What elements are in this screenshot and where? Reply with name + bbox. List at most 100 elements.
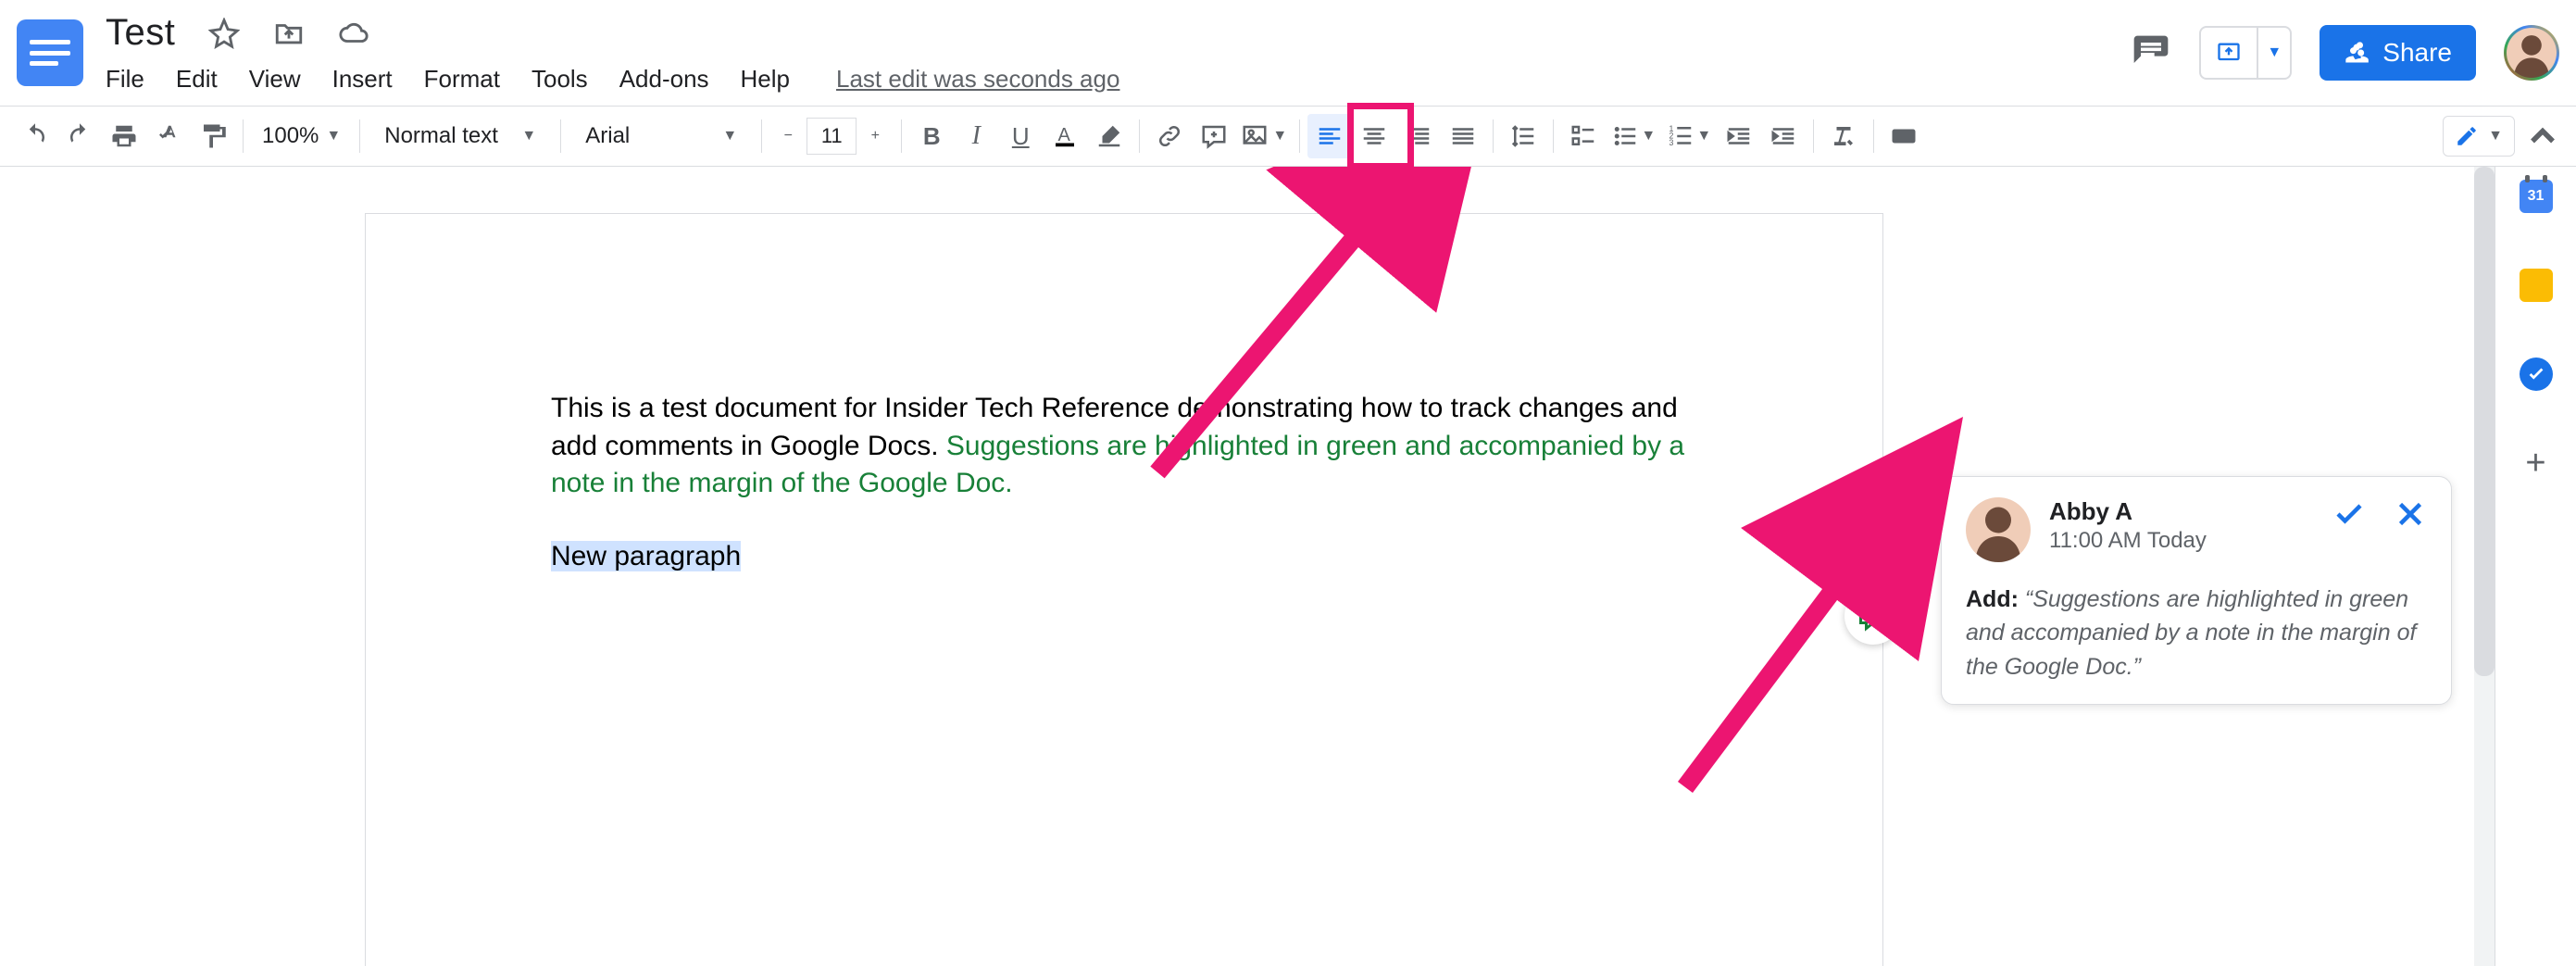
accept-suggestion-button[interactable]	[2332, 497, 2366, 531]
underline-button[interactable]: U	[998, 114, 1043, 158]
menu-edit[interactable]: Edit	[176, 65, 218, 94]
vertical-scrollbar[interactable]	[2474, 167, 2495, 966]
scrollbar-thumb[interactable]	[2474, 167, 2495, 676]
suggest-edits-floating-button[interactable]	[1844, 587, 1902, 645]
input-tools-button[interactable]	[1882, 114, 1926, 158]
highlight-color-button[interactable]	[1087, 114, 1132, 158]
docs-logo-icon[interactable]	[17, 19, 83, 86]
align-justify-button[interactable]	[1441, 114, 1485, 158]
italic-button[interactable]: I	[954, 114, 998, 158]
undo-button[interactable]	[13, 114, 57, 158]
suggestion-body: Add: “Suggestions are highlighted in gre…	[1966, 583, 2427, 684]
caret-down-icon: ▼	[2488, 128, 2503, 144]
svg-text:A: A	[1058, 125, 1071, 145]
title-row: Test	[106, 12, 1119, 54]
menu-help[interactable]: Help	[741, 65, 790, 94]
menu-view[interactable]: View	[249, 65, 301, 94]
insert-image-button[interactable]: ▼	[1236, 114, 1292, 158]
clear-formatting-button[interactable]	[1821, 114, 1866, 158]
paragraph-style-select[interactable]: Normal text ▼	[368, 123, 553, 149]
insert-link-button[interactable]	[1147, 114, 1192, 158]
font-size-input[interactable]: 11	[807, 118, 857, 155]
suggestion-card[interactable]: Abby A 11:00 AM Today Add: “Suggestions …	[1941, 476, 2452, 705]
menu-tools[interactable]: Tools	[531, 65, 588, 94]
align-center-button[interactable]	[1352, 114, 1396, 158]
separator	[761, 119, 762, 153]
suggestion-author-name: Abby A	[2049, 497, 2207, 526]
print-button[interactable]	[102, 114, 146, 158]
suggestion-quote: “Suggestions are highlighted in green an…	[1966, 586, 2416, 680]
present-icon[interactable]	[2201, 40, 2257, 66]
separator	[560, 119, 561, 153]
caret-down-icon: ▼	[722, 128, 737, 144]
align-left-button[interactable]	[1307, 114, 1352, 158]
reject-suggestion-button[interactable]	[2394, 497, 2427, 531]
redo-button[interactable]	[57, 114, 102, 158]
separator	[1553, 119, 1554, 153]
toolbar-right: ▼	[2443, 116, 2563, 157]
account-avatar[interactable]	[2504, 25, 2559, 81]
blank-line	[551, 503, 1697, 538]
suggestion-author-avatar	[1966, 497, 2031, 562]
floating-annotation-buttons	[1844, 509, 1902, 645]
font-value: Arial	[585, 123, 630, 149]
suggestion-actions	[2332, 497, 2427, 531]
spellcheck-button[interactable]	[146, 114, 191, 158]
menu-file[interactable]: File	[106, 65, 144, 94]
menu-format[interactable]: Format	[424, 65, 500, 94]
tasks-app-icon[interactable]	[2516, 354, 2557, 395]
menu-insert[interactable]: Insert	[332, 65, 393, 94]
cloud-status-icon[interactable]	[338, 18, 369, 49]
style-value: Normal text	[384, 123, 498, 149]
document-title[interactable]: Test	[106, 12, 175, 54]
bold-button[interactable]: B	[909, 114, 954, 158]
calendar-app-icon[interactable]: 31	[2516, 176, 2557, 217]
suggestion-header: Abby A 11:00 AM Today	[1966, 497, 2427, 562]
caret-down-icon: ▼	[1272, 128, 1287, 144]
document-page[interactable]: This is a test document for Insider Tech…	[365, 213, 1883, 966]
paragraph-1[interactable]: This is a test document for Insider Tech…	[551, 390, 1697, 503]
separator	[1299, 119, 1300, 153]
decrease-indent-button[interactable]	[1717, 114, 1761, 158]
decrease-font-button[interactable]: −	[769, 114, 807, 158]
add-comment-floating-button[interactable]	[1844, 509, 1902, 567]
menu-addons[interactable]: Add-ons	[619, 65, 709, 94]
font-family-select[interactable]: Arial ▼	[569, 123, 754, 149]
side-panel: 31 +	[2495, 167, 2576, 966]
editing-mode-button[interactable]: ▼	[2443, 116, 2515, 157]
line-spacing-button[interactable]	[1501, 114, 1545, 158]
star-icon[interactable]	[208, 18, 240, 49]
title-bar: Test File Edit View Insert Format Tools …	[0, 0, 2576, 106]
increase-indent-button[interactable]	[1761, 114, 1806, 158]
bulleted-list-button[interactable]: ▼	[1606, 114, 1661, 158]
align-right-button[interactable]	[1396, 114, 1441, 158]
share-label: Share	[2382, 38, 2452, 68]
caret-down-icon: ▼	[1641, 128, 1656, 144]
document-scroll-area[interactable]: This is a test document for Insider Tech…	[0, 167, 2495, 966]
suggestion-action-label: Add:	[1966, 586, 2019, 612]
present-button[interactable]: ▼	[2199, 26, 2292, 80]
last-edit-link[interactable]: Last edit was seconds ago	[836, 65, 1119, 94]
titlebar-right: ▼ Share	[2131, 25, 2559, 81]
keep-app-icon[interactable]	[2516, 265, 2557, 306]
paint-format-button[interactable]	[191, 114, 235, 158]
share-button[interactable]: Share	[2320, 25, 2476, 81]
numbered-list-button[interactable]: 123▼	[1661, 114, 1717, 158]
text-color-button[interactable]: A	[1043, 114, 1087, 158]
move-folder-icon[interactable]	[273, 18, 305, 49]
increase-font-button[interactable]: +	[857, 114, 894, 158]
present-dropdown-icon[interactable]: ▼	[2257, 28, 2290, 78]
zoom-select[interactable]: 100%▼	[251, 123, 352, 149]
workspace: This is a test document for Insider Tech…	[0, 167, 2576, 966]
caret-down-icon: ▼	[1696, 128, 1711, 144]
document-content[interactable]: This is a test document for Insider Tech…	[366, 214, 1882, 575]
open-comments-history-icon[interactable]	[2131, 32, 2171, 73]
checklist-button[interactable]	[1561, 114, 1606, 158]
collapse-toolbar-button[interactable]	[2522, 116, 2563, 157]
separator	[243, 119, 244, 153]
add-comment-button[interactable]	[1192, 114, 1236, 158]
caret-down-icon: ▼	[521, 128, 536, 144]
separator	[1873, 119, 1874, 153]
paragraph-2[interactable]: New paragraph	[551, 538, 1697, 576]
add-app-button[interactable]: +	[2516, 443, 2557, 483]
